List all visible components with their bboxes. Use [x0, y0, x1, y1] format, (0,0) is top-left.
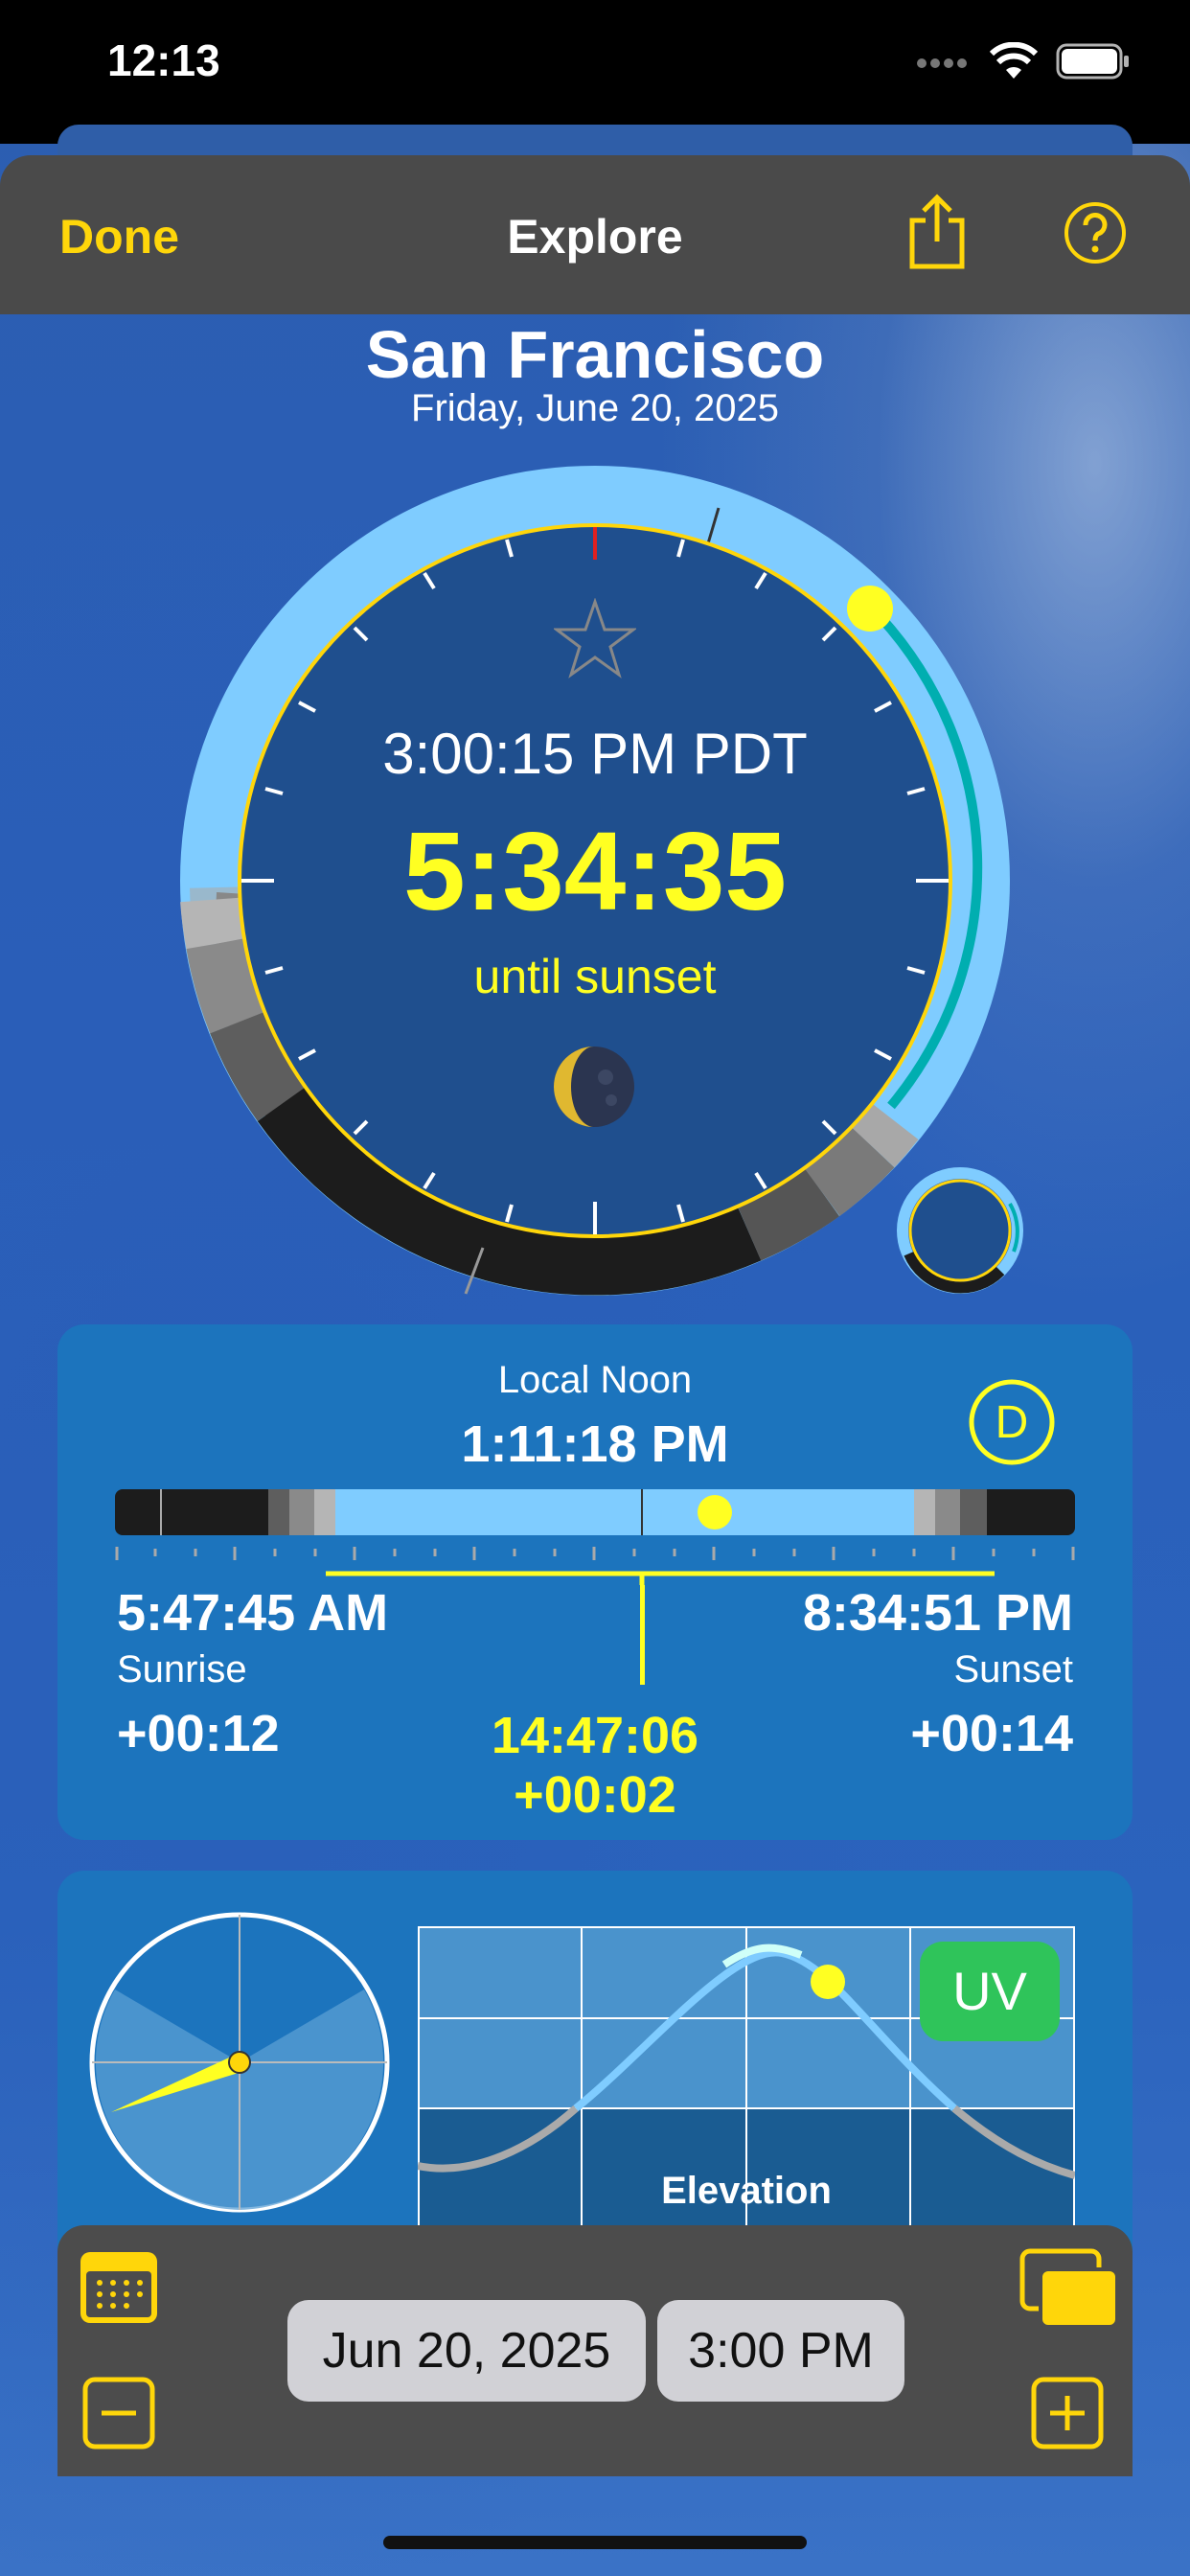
daylight-timeline-bar[interactable]	[115, 1489, 1075, 1585]
sunrise-label: Sunrise	[117, 1648, 247, 1690]
sun-position-marker	[847, 586, 893, 632]
daylight-card: Local Noon 1:11:18 PM D 5:47:45 AM Sunri…	[57, 1324, 1133, 1840]
battery-icon	[1056, 43, 1129, 80]
date-label: Friday, June 20, 2025	[411, 387, 779, 429]
calendar-icon[interactable]	[79, 2250, 159, 2325]
plus-icon[interactable]	[1031, 2377, 1104, 2450]
moon-phase-icon	[554, 1046, 634, 1127]
page-title: Explore	[507, 210, 683, 264]
current-time-marker	[698, 1495, 732, 1530]
status-time: 12:13	[107, 35, 220, 85]
current-time: 3:00:15 PM PDT	[382, 722, 808, 786]
status-icons	[916, 42, 1131, 80]
navigation-bar: Done Explore	[0, 155, 1190, 314]
time-picker[interactable]: 3:00 PM	[657, 2300, 904, 2402]
windows-icon[interactable]	[1019, 2248, 1119, 2331]
sunrise-time: 5:47:45 AM	[117, 1584, 389, 1642]
wifi-icon	[989, 42, 1039, 79]
share-icon[interactable]	[906, 194, 968, 270]
home-indicator[interactable]	[383, 2536, 807, 2549]
help-icon[interactable]	[1064, 201, 1127, 264]
svg-text:D: D	[995, 1397, 1029, 1448]
status-bar: 12:13	[0, 0, 1190, 144]
mini-dial[interactable]	[895, 1165, 1025, 1296]
city-name: San Francisco	[365, 317, 825, 392]
countdown-label: until sunset	[473, 950, 717, 1003]
daylight-mode-icon[interactable]: D	[968, 1378, 1056, 1466]
star-icon	[554, 598, 636, 678]
day-length-delta: +00:02	[514, 1766, 676, 1824]
date-picker[interactable]: Jun 20, 2025	[287, 2300, 646, 2402]
sunset-time: 8:34:51 PM	[802, 1584, 1073, 1642]
sun-azimuth-compass[interactable]	[86, 1909, 393, 2216]
day-length: 14:47:06	[491, 1707, 699, 1764]
bottom-toolbar: Jun 20, 2025 3:00 PM	[57, 2225, 1133, 2476]
elevation-label: Elevation	[661, 2170, 832, 2212]
day-length-connector	[640, 1585, 645, 1685]
cellular-icon	[917, 58, 967, 68]
countdown: 5:34:35	[403, 809, 787, 933]
minus-icon[interactable]	[82, 2377, 155, 2450]
sun-elevation-marker	[811, 1965, 845, 1999]
sunset-label: Sunset	[953, 1648, 1073, 1690]
uv-button[interactable]: UV	[920, 1942, 1060, 2041]
